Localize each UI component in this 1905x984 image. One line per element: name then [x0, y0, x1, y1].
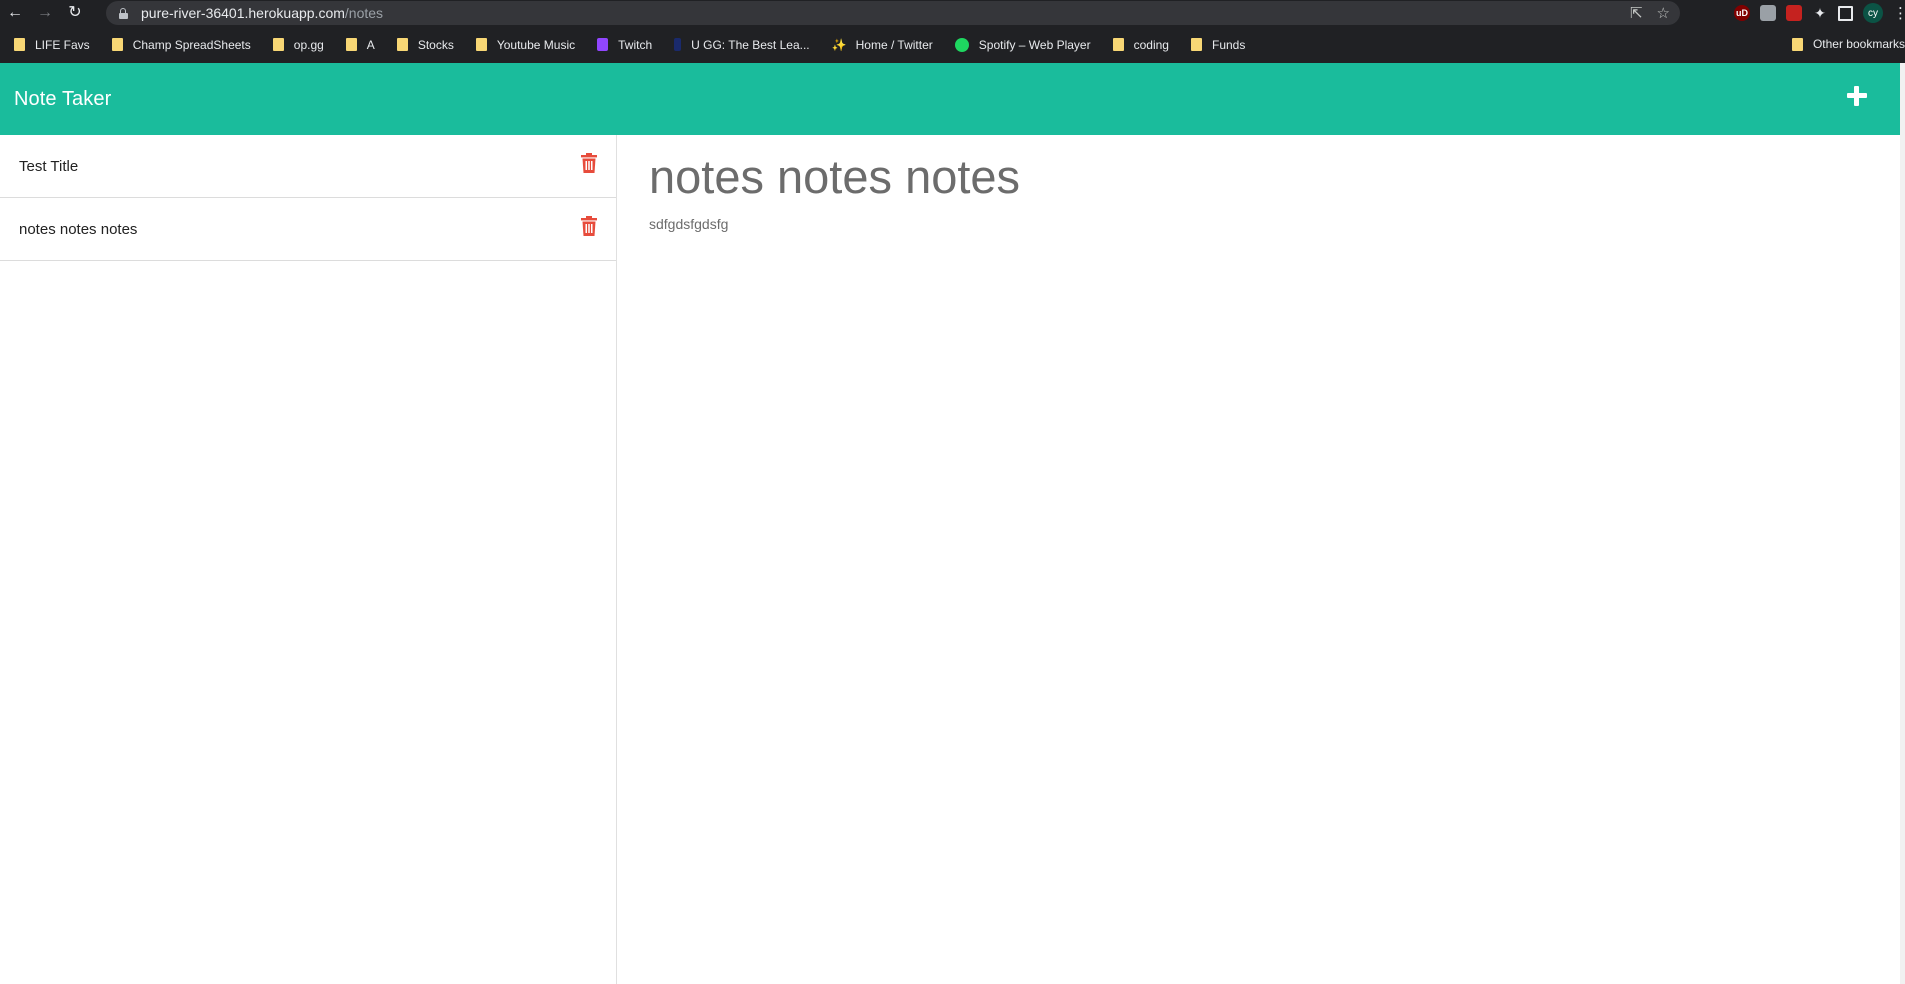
forward-icon[interactable]: →	[30, 0, 60, 26]
folder-icon	[1190, 38, 1202, 51]
profile-avatar[interactable]: cy	[1863, 3, 1883, 23]
bookmark-twitch[interactable]: Twitch	[583, 31, 660, 59]
bookmark-label: Champ SpreadSheets	[132, 37, 251, 52]
bookmark-spotify[interactable]: Spotify – Web Player	[941, 31, 1099, 59]
bookmark-opgg[interactable]: op.gg	[259, 31, 332, 59]
bookmark-label: Youtube Music	[496, 37, 576, 52]
bookmark-label: Twitch	[618, 37, 653, 52]
bookmark-coding[interactable]: coding	[1099, 31, 1177, 59]
ugg-icon	[674, 38, 682, 51]
folder-icon	[1791, 37, 1803, 51]
star-icon[interactable]: ☆	[1657, 4, 1670, 22]
note-editor: notes notes notes sdfgdsfgdsfg	[617, 135, 1900, 984]
bookmark-label: Other bookmarks	[1812, 37, 1905, 51]
folder-icon	[345, 38, 357, 51]
twitch-icon	[597, 38, 609, 51]
new-note-plus-icon[interactable]	[1845, 84, 1869, 108]
side-panel-icon[interactable]	[1838, 5, 1853, 21]
bookmark-champ-spreadsheets[interactable]: Champ SpreadSheets	[98, 31, 259, 59]
extensions-puzzle-icon[interactable]: ✦	[1812, 5, 1828, 21]
bookmark-youtube-music[interactable]: Youtube Music	[462, 31, 583, 59]
twitter-icon: ✨	[831, 37, 847, 52]
bookmark-a[interactable]: A	[332, 31, 383, 59]
extension-icon[interactable]	[1760, 5, 1776, 21]
folder-icon	[14, 38, 25, 51]
bookmark-label: A	[366, 37, 375, 52]
page-scrollbar[interactable]	[1900, 63, 1905, 984]
note-list-item[interactable]: notes notes notes	[0, 198, 616, 261]
trash-icon[interactable]	[581, 153, 597, 173]
note-item-title: Test Title	[19, 157, 79, 175]
bookmark-label: Home / Twitter	[855, 37, 933, 52]
browser-toolbar: ← → ↻ pure-river-36401.herokuapp.com/not…	[0, 0, 1905, 26]
note-item-title: notes notes notes	[19, 220, 138, 238]
bookmark-label: U GG: The Best Lea...	[691, 37, 810, 52]
folder-icon	[475, 38, 487, 51]
app-title[interactable]: Note Taker	[14, 88, 111, 111]
menu-kebab-icon[interactable]: ⋮	[1893, 4, 1905, 22]
app-navbar: Note Taker	[0, 63, 1900, 135]
bookmark-label: LIFE Favs	[35, 37, 90, 52]
bookmarks-bar: LIFE Favs Champ SpreadSheets op.gg A Sto…	[0, 26, 1905, 63]
bookmark-label: Spotify – Web Player	[978, 37, 1091, 52]
trash-icon[interactable]	[581, 216, 597, 236]
bookmark-label: Funds	[1211, 37, 1246, 52]
folder-icon	[396, 38, 408, 51]
bookmark-label: Stocks	[417, 37, 454, 52]
bookmark-twitter[interactable]: ✨ Home / Twitter	[818, 31, 941, 59]
url-text[interactable]: pure-river-36401.herokuapp.com/notes	[141, 5, 383, 21]
ublock-extension-icon[interactable]: uD	[1734, 5, 1750, 21]
address-bar[interactable]: pure-river-36401.herokuapp.com/notes ⇱ ☆	[106, 1, 1680, 25]
extension-icon[interactable]	[1786, 5, 1802, 21]
bookmark-label: op.gg	[293, 37, 324, 52]
other-bookmarks[interactable]: Other bookmarks	[1778, 30, 1905, 58]
url-host: pure-river-36401.herokuapp.com	[141, 5, 345, 21]
note-text-area[interactable]: sdfgdsfgdsfg	[649, 216, 728, 232]
bookmark-stocks[interactable]: Stocks	[383, 31, 462, 59]
reload-icon[interactable]: ↻	[60, 0, 90, 26]
bookmark-life-favs[interactable]: LIFE Favs	[0, 31, 98, 59]
bookmark-ugg[interactable]: U GG: The Best Lea...	[660, 31, 818, 59]
note-list-item[interactable]: Test Title	[0, 135, 616, 198]
folder-icon	[111, 38, 123, 51]
back-icon[interactable]: ←	[0, 0, 30, 26]
folder-icon	[1112, 38, 1124, 51]
bookmark-funds[interactable]: Funds	[1177, 31, 1253, 59]
spotify-icon	[954, 37, 969, 52]
lock-icon[interactable]	[119, 8, 128, 19]
share-icon[interactable]: ⇱	[1630, 4, 1643, 22]
url-path: /notes	[344, 5, 384, 21]
note-title-field[interactable]: notes notes notes	[649, 149, 1020, 204]
folder-icon	[272, 38, 284, 51]
note-list: Test Title notes notes notes	[0, 135, 616, 261]
note-list-panel: Test Title notes notes notes	[0, 135, 617, 984]
bookmark-label: coding	[1133, 37, 1169, 52]
